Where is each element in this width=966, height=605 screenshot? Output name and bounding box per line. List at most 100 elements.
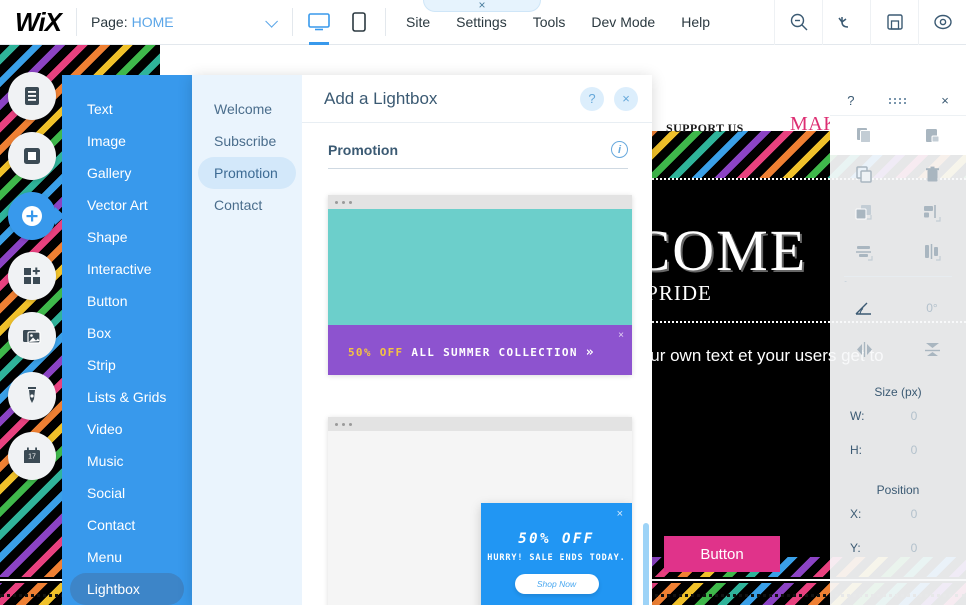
category-promotion[interactable]: Promotion	[198, 157, 296, 189]
preview-button[interactable]	[918, 0, 966, 45]
dialog-header: Add a Lightbox ? ×	[302, 75, 652, 123]
browser-chrome-bar	[328, 417, 632, 431]
top-action-icons	[774, 0, 966, 45]
toolbar-help-button[interactable]: ?	[847, 93, 854, 108]
rail-blog-button[interactable]	[8, 372, 56, 420]
position-section-label: Position	[876, 483, 920, 497]
rail-add-elements-button[interactable]	[8, 192, 65, 240]
undo-button[interactable]	[822, 0, 870, 45]
preview-eye-icon	[933, 14, 952, 30]
dialog-help-button[interactable]: ?	[580, 86, 604, 111]
close-icon[interactable]: ×	[478, 0, 485, 11]
rotation-angle-value[interactable]: 0°	[898, 301, 966, 315]
add-item-vector-art[interactable]: Vector Art	[62, 189, 192, 221]
toolbar-arrange-button[interactable]	[830, 194, 898, 233]
add-item-video[interactable]: Video	[62, 413, 192, 445]
rail-my-uploads-button[interactable]	[8, 312, 56, 360]
my-uploads-icon	[23, 330, 41, 344]
toolbar-row-rotation: 0°	[830, 286, 966, 330]
page-selector-value: HOME	[131, 14, 174, 30]
toolbar-duplicate-button[interactable]	[830, 155, 898, 194]
mobile-view-button[interactable]	[347, 7, 371, 37]
divider	[844, 276, 952, 277]
toolbar-distribute-horizontal-button[interactable]	[830, 233, 898, 272]
toolbar-rotate-button[interactable]	[830, 286, 898, 330]
dialog-close-button[interactable]: ×	[614, 86, 638, 111]
lightbox-template-card[interactable]: × 50% OFF ALL SUMMER COLLECTION »	[328, 195, 632, 375]
position-x-label: X:	[850, 507, 862, 521]
close-icon: ×	[618, 330, 624, 341]
rail-bookings-button[interactable]: 17	[8, 432, 56, 480]
add-item-menu[interactable]: Menu	[62, 541, 192, 573]
window-dot	[349, 200, 352, 204]
menu-help[interactable]: Help	[681, 14, 710, 30]
size-section-label: Size (px)	[874, 385, 922, 399]
position-y-value[interactable]: 0	[882, 541, 946, 555]
add-item-lightbox[interactable]: Lightbox	[70, 573, 184, 605]
add-item-gallery[interactable]: Gallery	[62, 157, 192, 189]
add-item-strip[interactable]: Strip	[62, 349, 192, 381]
category-subscribe[interactable]: Subscribe	[192, 125, 302, 157]
add-item-interactive[interactable]: Interactive	[62, 253, 192, 285]
position-y-label: Y:	[850, 541, 861, 555]
rail-background-button[interactable]	[8, 132, 56, 180]
rail-pages-button[interactable]	[8, 72, 56, 120]
dialog-scrollbar-thumb[interactable]	[643, 523, 649, 605]
info-icon[interactable]: i	[611, 141, 628, 158]
site-nav-support-us[interactable]: SUPPORT US	[666, 121, 744, 136]
bookings-icon: 17	[24, 447, 40, 463]
undo-icon	[837, 17, 848, 28]
category-contact[interactable]: Contact	[192, 189, 302, 221]
add-item-button[interactable]: Button	[62, 285, 192, 317]
add-item-box[interactable]: Box	[62, 317, 192, 349]
add-item-music[interactable]: Music	[62, 445, 192, 477]
toolbar-align-button[interactable]	[898, 194, 966, 233]
wix-logo[interactable]: WiX	[0, 0, 76, 44]
toolbar-flip-vertical-button[interactable]	[898, 330, 966, 369]
add-item-lists-grids[interactable]: Lists & Grids	[62, 381, 192, 413]
drag-handle-icon[interactable]	[888, 97, 907, 104]
rail-add-apps-button[interactable]	[8, 252, 56, 300]
menu-tools[interactable]: Tools	[533, 14, 566, 30]
position-x-value[interactable]: 0	[882, 507, 946, 521]
template-preview-canvas: × 50% OFF ALL SUMMER COLLECTION »	[328, 209, 632, 375]
menu-settings[interactable]: Settings	[456, 14, 507, 30]
save-button[interactable]	[870, 0, 918, 45]
toolbar-distribute-vertical-button[interactable]	[898, 233, 966, 272]
size-width-value[interactable]: 0	[882, 409, 946, 423]
size-height-value[interactable]: 0	[882, 443, 946, 457]
position-y-field[interactable]: Y: 0	[830, 531, 966, 565]
lightbox-template-list: × 50% OFF ALL SUMMER COLLECTION » × 50% …	[302, 165, 652, 605]
menu-dev-mode[interactable]: Dev Mode	[591, 14, 655, 30]
add-item-shape[interactable]: Shape	[62, 221, 192, 253]
page-selector[interactable]: Page: HOME	[77, 0, 292, 44]
promo-popup: × 50% OFF HURRY! SALE ENDS TODAY. Shop N…	[481, 503, 632, 605]
dialog-main: Add a Lightbox ? × Promotion i × 50% OFF…	[302, 75, 652, 605]
lightbox-template-card[interactable]: × 50% OFF HURRY! SALE ENDS TODAY. Shop N…	[328, 417, 632, 605]
blog-pen-icon	[28, 387, 36, 403]
add-item-image[interactable]: Image	[62, 125, 192, 157]
save-icon	[886, 14, 903, 30]
site-hero-button[interactable]: Button	[664, 536, 780, 572]
menu-site[interactable]: Site	[406, 14, 430, 30]
template-preview-canvas: × 50% OFF HURRY! SALE ENDS TODAY. Shop N…	[328, 431, 632, 605]
size-height-field[interactable]: H: 0	[830, 433, 966, 467]
add-item-social[interactable]: Social	[62, 477, 192, 509]
toolbar-copy-button[interactable]	[830, 116, 898, 155]
toolbar-delete-button[interactable]	[898, 155, 966, 194]
desktop-view-button[interactable]	[307, 7, 331, 45]
toolbar-close-button[interactable]: ×	[941, 93, 949, 108]
category-welcome[interactable]: Welcome	[192, 93, 302, 125]
background-icon	[24, 148, 40, 164]
size-width-field[interactable]: W: 0	[830, 399, 966, 433]
arrange-icon	[855, 205, 872, 220]
dismissible-tooltip[interactable]: ×	[423, 0, 541, 12]
zoom-out-button[interactable]	[774, 0, 822, 45]
toolbar-flip-horizontal-button[interactable]	[830, 330, 898, 369]
window-dot	[349, 422, 352, 426]
toolbar-paste-button[interactable]	[898, 116, 966, 155]
add-item-text[interactable]: Text	[62, 93, 192, 125]
position-x-field[interactable]: X: 0	[830, 497, 966, 531]
add-item-contact[interactable]: Contact	[62, 509, 192, 541]
element-toolbar-panel: ? × 0° Size (px) W: 0 H: 0 Position X: 0…	[830, 86, 966, 605]
